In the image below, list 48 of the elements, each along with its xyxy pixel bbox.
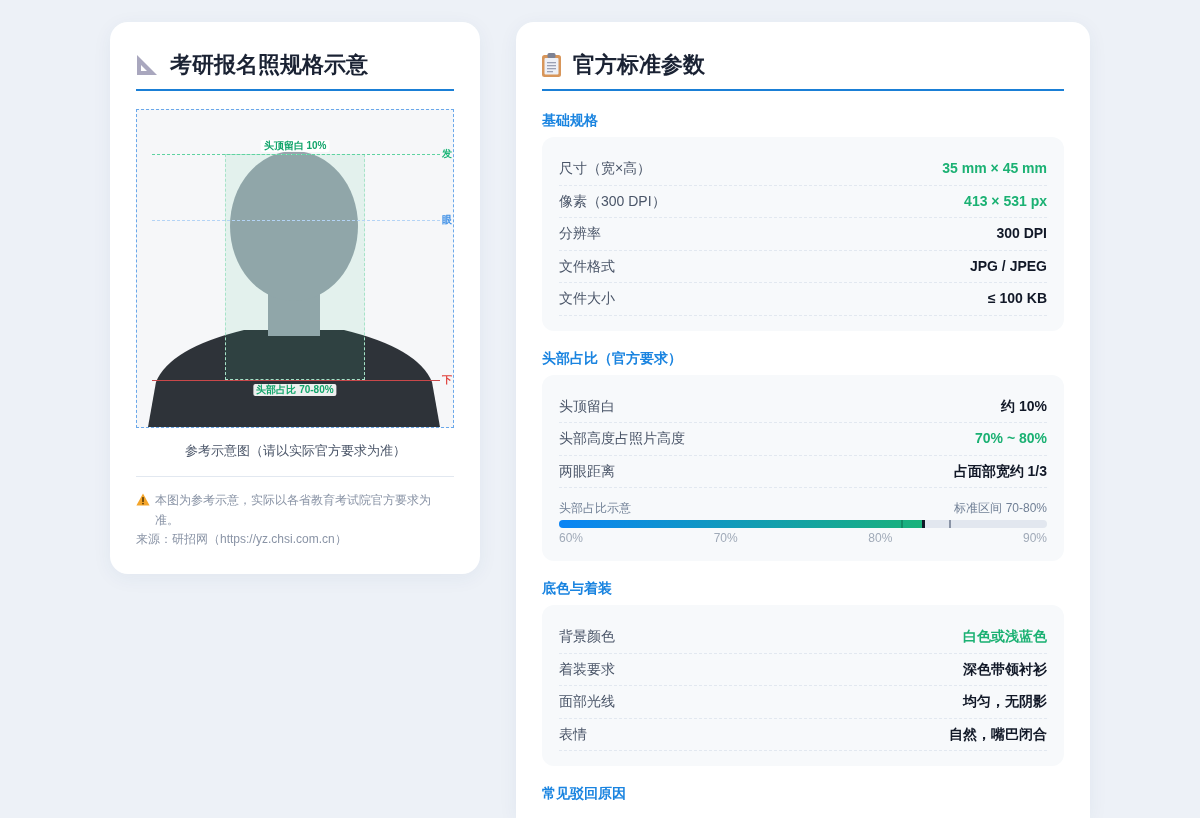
spec-label: 文件大小 bbox=[559, 289, 615, 309]
spec-label: 头顶留白 bbox=[559, 396, 615, 416]
spec-label: 头部高度占照片高度 bbox=[559, 429, 685, 449]
spec-value: 70% ~ 80% bbox=[975, 429, 1047, 449]
spec-value: 自然，嘴巴闭合 bbox=[949, 724, 1047, 744]
spec-label: 分辨率 bbox=[559, 224, 601, 244]
section-heading: 底色与着装 bbox=[542, 579, 613, 597]
card-title: 考研报名照规格示意 bbox=[170, 51, 368, 79]
spec-value: ≤ 100 KB bbox=[987, 289, 1047, 309]
meter-tick-label: 80% bbox=[868, 530, 893, 546]
range-start-tick-icon bbox=[900, 520, 903, 528]
section-heading: 基础规格 bbox=[542, 111, 599, 129]
spec-value: 占面部宽约 1/3 bbox=[953, 461, 1047, 481]
spec-label: 面部光线 bbox=[559, 692, 615, 712]
clipboard-icon bbox=[542, 53, 561, 77]
meter-range-label: 标准区间 70-80% bbox=[954, 500, 1047, 516]
spec-value: 413 × 531 px bbox=[964, 191, 1047, 211]
meter-tick-label: 60% bbox=[559, 530, 584, 546]
spec-label: 表情 bbox=[559, 724, 587, 744]
note-text: 本图为参考示意，实际以各省教育考试院官方要求为准。 bbox=[155, 492, 432, 529]
section-heading: 头部占比（官方要求） bbox=[542, 348, 683, 367]
spec-value: 300 DPI bbox=[996, 224, 1047, 244]
range-end-tick-icon bbox=[949, 520, 952, 528]
guide-label: 眼 bbox=[442, 214, 452, 226]
meter-tick-label: 90% bbox=[1022, 530, 1047, 546]
spec-value: 白色或浅蓝色 bbox=[963, 627, 1047, 647]
spec-label: 尺寸（宽×高） bbox=[559, 159, 652, 179]
spec-label: 文件格式 bbox=[559, 256, 615, 276]
spec-label: 像素（300 DPI） bbox=[559, 191, 666, 211]
meter-label: 头部占比示意 bbox=[559, 500, 631, 516]
spec-label: 两眼距离 bbox=[559, 461, 615, 481]
spec-value: 35 mm × 45 mm bbox=[942, 159, 1047, 179]
section-heading: 常见驳回原因 bbox=[542, 784, 627, 802]
meter-tick-label: 70% bbox=[713, 530, 738, 546]
guide-label: 下 bbox=[442, 374, 452, 386]
top-margin-label: 头顶留白 10% bbox=[260, 140, 330, 152]
head-ratio-label: 头部占比 70-80% bbox=[253, 384, 337, 396]
spec-value: 深色带领衬衫 bbox=[963, 659, 1047, 679]
spec-label: 着装要求 bbox=[559, 659, 615, 679]
spec-value: 约 10% bbox=[1001, 396, 1047, 416]
spec-value: JPG / JPEG bbox=[969, 256, 1047, 276]
spec-label: 背景颜色 bbox=[559, 627, 615, 647]
card-title: 官方标准参数 bbox=[573, 51, 705, 79]
warning-icon bbox=[136, 493, 150, 506]
spec-value: 均匀，无阴影 bbox=[963, 692, 1047, 712]
guide-label: 发 bbox=[442, 148, 452, 160]
photo-caption: 参考示意图（请以实际官方要求为准） bbox=[183, 442, 407, 460]
source-text: 来源：研招网（https://yz.chsi.com.cn） bbox=[136, 531, 348, 548]
